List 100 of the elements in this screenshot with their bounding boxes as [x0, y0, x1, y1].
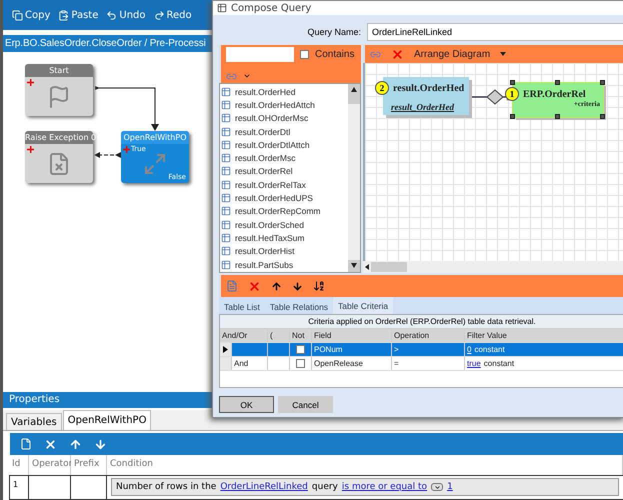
table-icon: [221, 246, 231, 256]
down-arrow-icon[interactable]: [94, 438, 107, 450]
filter-value-link[interactable]: true: [467, 359, 481, 368]
dropdown-icon[interactable]: [431, 483, 444, 491]
table-list-item[interactable]: result.OrderRel: [220, 164, 348, 178]
dialog-tab[interactable]: Table List: [219, 300, 265, 314]
node-icon: [47, 85, 71, 109]
resize-handle[interactable]: [510, 114, 515, 119]
table-list-item[interactable]: result.OrderHist: [220, 244, 348, 258]
dialog-tab[interactable]: Table Relations: [264, 300, 334, 314]
entity-alias: result_OrderHed: [390, 101, 455, 112]
dialog-button[interactable]: Cancel: [278, 396, 333, 413]
resize-handle[interactable]: [555, 80, 560, 85]
caret-icon[interactable]: [243, 72, 251, 80]
column-header: Condition: [107, 455, 623, 475]
entity-box[interactable]: result.OrderHed result_OrderHed: [383, 77, 469, 115]
condition-link[interactable]: is more or equal to: [342, 482, 428, 492]
filter-value-link[interactable]: 0: [467, 345, 472, 354]
table-cell: PONum: [312, 343, 392, 356]
not-checkbox[interactable]: [296, 345, 305, 354]
criteria-row[interactable]: And OpenRelease = true constant: [220, 357, 623, 371]
contains-checkbox[interactable]: [300, 50, 309, 58]
scrollbar[interactable]: [363, 261, 623, 273]
table-icon: [221, 86, 231, 97]
undo-icon: [106, 10, 118, 20]
table-list-item[interactable]: result.OrderHed: [220, 85, 348, 98]
column-header: Filter Value: [465, 329, 623, 342]
plus-icon: [27, 79, 34, 86]
properties-tab[interactable]: OpenRelWithPO: [62, 410, 152, 430]
query-name-field[interactable]: OrderLineRelLinked: [367, 23, 623, 41]
scroll-left-icon[interactable]: [365, 264, 369, 270]
table-list-item[interactable]: result.OrderDtl: [220, 124, 348, 138]
table-list-item[interactable]: result.HedTaxSum: [220, 231, 348, 245]
table-list-item[interactable]: result.OrderDtlAttch: [220, 138, 348, 152]
workflow-node[interactable]: Start: [25, 64, 93, 116]
table-icon: [221, 113, 231, 124]
table-list-item[interactable]: result.OrderRepComm: [220, 204, 348, 218]
properties-tab[interactable]: Variables: [6, 413, 62, 430]
filter-type-label: constant: [474, 345, 505, 354]
plus-icon: [27, 146, 34, 153]
copy-icon: [12, 10, 23, 20]
column-header: (: [268, 329, 290, 342]
table-list-item[interactable]: result.OrderMsc: [220, 151, 348, 165]
scroll-down-icon[interactable]: [351, 263, 357, 268]
table-list-item[interactable]: result.OrderHedAttch: [220, 98, 348, 112]
table-cell: >: [392, 343, 465, 356]
up-arrow-icon[interactable]: [69, 438, 82, 450]
query-name-label: Query Name:: [306, 27, 361, 37]
up-arrow-icon[interactable]: [271, 280, 282, 292]
workflow-node[interactable]: Raise Exception 0: [25, 131, 93, 183]
paste-icon: [58, 10, 70, 20]
toolbar-button[interactable]: Redo: [152, 8, 193, 22]
column-header: Field: [312, 329, 392, 342]
table-list-item[interactable]: result.OrderSched: [220, 218, 348, 232]
node-icon: [47, 152, 71, 176]
entity-name: result.OrderHed: [392, 82, 466, 94]
table-icon: [221, 166, 231, 176]
node-title: Raise Exception 0: [25, 131, 93, 144]
column-header: Operation: [392, 329, 465, 342]
table-icon: [221, 193, 231, 204]
table-icon: [221, 153, 231, 164]
number-badge: 2: [375, 81, 389, 95]
toolbar-button[interactable]: Paste: [57, 8, 100, 22]
resize-handle[interactable]: [600, 80, 605, 85]
condition-link[interactable]: OrderLineRelLinked: [220, 482, 308, 492]
down-arrow-icon[interactable]: [292, 280, 303, 292]
dialog-button[interactable]: OK: [219, 396, 274, 413]
resize-handle[interactable]: [555, 114, 560, 119]
sort-icon[interactable]: [313, 280, 325, 292]
table-cell: And: [232, 357, 268, 370]
table-list-item[interactable]: result.OHOrderMsc: [220, 112, 348, 125]
toolbar-button[interactable]: Undo: [105, 8, 146, 22]
scroll-up-icon[interactable]: [351, 87, 357, 92]
table-icon: [221, 140, 231, 150]
scrollbar[interactable]: [348, 84, 360, 272]
column-header: Operator: [29, 455, 71, 475]
table-list-item[interactable]: result.OrderRelTax: [220, 178, 348, 192]
table-cell: [29, 475, 71, 500]
delete-icon[interactable]: [44, 438, 57, 450]
column-header: And/Or: [220, 329, 268, 342]
column-header: Prefix: [71, 455, 107, 475]
table-cell: OpenRelease: [312, 357, 392, 370]
search-field[interactable]: [226, 46, 294, 62]
table-list-item[interactable]: result.PartSubs: [220, 258, 348, 272]
redo-icon: [154, 10, 164, 20]
condition-link[interactable]: 1: [447, 482, 453, 492]
dialog-tab[interactable]: Table Criteria: [333, 297, 394, 314]
toolbar-button[interactable]: Copy: [11, 8, 52, 22]
table-icon: [221, 260, 231, 270]
resize-handle[interactable]: [510, 80, 515, 85]
table-cell: =: [392, 357, 465, 370]
table-list-item[interactable]: result.OrderHedUPS: [220, 191, 348, 205]
not-checkbox[interactable]: [296, 359, 305, 368]
node-title: Start: [25, 64, 93, 77]
resize-handle[interactable]: [600, 114, 605, 119]
criteria-row[interactable]: PONum > 0 constant: [220, 343, 623, 357]
table-icon: [221, 100, 231, 110]
entity-name: ERP.OrderRel: [522, 88, 587, 100]
scroll-thumb[interactable]: [371, 262, 407, 272]
node-title: OpenRelWithPO: [121, 131, 189, 144]
